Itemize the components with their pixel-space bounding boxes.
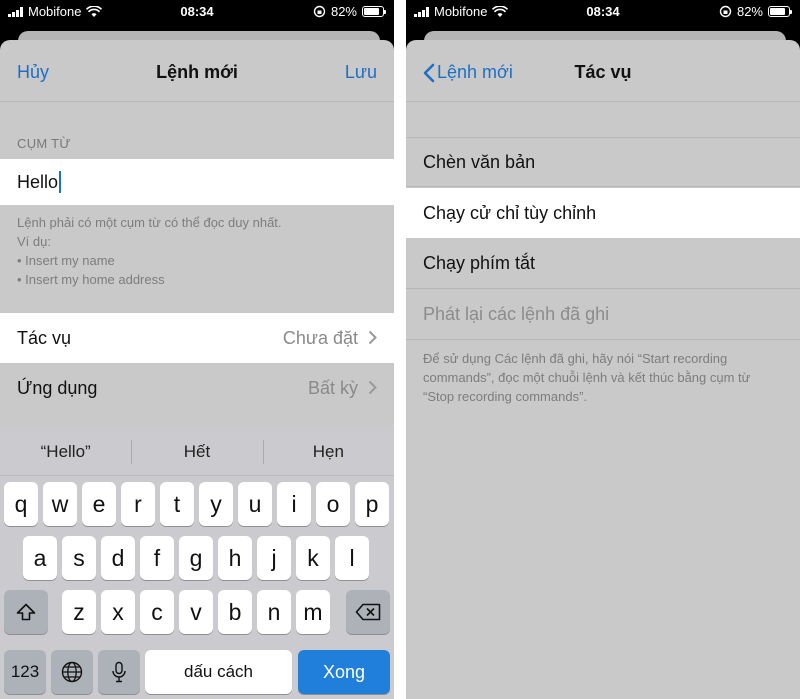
- action-value: Chưa đặt: [282, 327, 358, 348]
- key-i[interactable]: i: [277, 482, 311, 526]
- key-row-1: q w e r t y u i o p: [0, 482, 394, 526]
- shift-key[interactable]: [4, 590, 48, 634]
- left-screen: Mobifone 08:34 82% Hủy Lệnh mới Lưu CỤM …: [0, 0, 394, 699]
- key-z[interactable]: z: [62, 590, 96, 634]
- option-label: Chạy phím tắt: [423, 253, 536, 273]
- key-d[interactable]: d: [101, 536, 135, 580]
- phrase-input-value: Hello: [17, 171, 59, 192]
- phrase-section-header: CỤM TỪ: [17, 136, 71, 151]
- recorded-commands-note: Để sử dụng Các lệnh đã ghi, hãy nói “Sta…: [423, 351, 751, 404]
- key-h[interactable]: h: [218, 536, 252, 580]
- action-label: Tác vụ: [17, 327, 72, 348]
- rotation-lock-icon: [313, 5, 326, 18]
- key-c[interactable]: c: [140, 590, 174, 634]
- key-v[interactable]: v: [179, 590, 213, 634]
- status-bar: Mobifone 08:34 82%: [406, 0, 800, 24]
- microphone-icon: [112, 661, 126, 683]
- space-key[interactable]: dấu cách: [145, 650, 292, 694]
- application-value: Bất kỳ: [307, 377, 358, 398]
- key-u[interactable]: u: [238, 482, 272, 526]
- key-r[interactable]: r: [121, 482, 155, 526]
- keyboard: “Hello” Hết Hẹn q w e r t y u i o p a s …: [0, 429, 394, 699]
- key-o[interactable]: o: [316, 482, 350, 526]
- globe-icon: [61, 661, 83, 683]
- key-row-2: a s d f g h j k l: [0, 536, 394, 580]
- key-k[interactable]: k: [296, 536, 330, 580]
- status-bar: Mobifone 08:34 82%: [0, 0, 394, 24]
- battery-icon: [362, 6, 386, 17]
- key-j[interactable]: j: [257, 536, 291, 580]
- dictation-key[interactable]: [98, 650, 140, 694]
- phrase-help-text: Lệnh phải có một cụm từ có thể đọc duy n…: [17, 215, 282, 287]
- nav-bar: Lệnh mới Tác vụ: [406, 40, 800, 102]
- delete-key[interactable]: [346, 590, 390, 634]
- battery-icon: [768, 6, 792, 17]
- key-row-4: 123 dấu cách Xong: [0, 650, 394, 694]
- key-a[interactable]: a: [23, 536, 57, 580]
- key-q[interactable]: q: [4, 482, 38, 526]
- chevron-right-icon: [368, 380, 377, 395]
- option-run-shortcut[interactable]: Chạy phím tắt: [406, 239, 800, 289]
- key-s[interactable]: s: [62, 536, 96, 580]
- suggestion-item[interactable]: “Hello”: [0, 442, 131, 462]
- option-label: Chèn văn bản: [423, 151, 536, 172]
- option-label: Chạy cử chỉ tùy chỉnh: [423, 202, 597, 223]
- key-n[interactable]: n: [257, 590, 291, 634]
- battery-percent: 82%: [736, 4, 763, 19]
- shift-icon: [16, 603, 36, 621]
- suggestion-item[interactable]: Hết: [131, 440, 262, 464]
- nav-bar: Hủy Lệnh mới Lưu: [0, 40, 394, 102]
- option-run-custom-gesture[interactable]: Chạy cử chỉ tùy chỉnh: [406, 188, 800, 238]
- action-picker-sheet: Lệnh mới Tác vụ Chèn văn bản Chạy cử chỉ…: [406, 40, 800, 699]
- suggestion-item[interactable]: Hẹn: [262, 440, 394, 464]
- option-playback-recorded-commands: Phát lại các lệnh đã ghi: [406, 290, 800, 340]
- rotation-lock-icon: [719, 5, 732, 18]
- key-b[interactable]: b: [218, 590, 252, 634]
- key-x[interactable]: x: [101, 590, 135, 634]
- application-label: Ứng dụng: [17, 377, 98, 398]
- key-w[interactable]: w: [43, 482, 77, 526]
- option-label: Phát lại các lệnh đã ghi: [423, 304, 610, 324]
- key-p[interactable]: p: [355, 482, 389, 526]
- application-row[interactable]: Ứng dụng Bất kỳ: [0, 363, 394, 413]
- key-e[interactable]: e: [82, 482, 116, 526]
- page-title: Tác vụ: [574, 62, 632, 82]
- key-g[interactable]: g: [179, 536, 213, 580]
- key-y[interactable]: y: [199, 482, 233, 526]
- key-t[interactable]: t: [160, 482, 194, 526]
- key-row-3: z x c v b n m: [0, 590, 394, 634]
- backspace-icon: [355, 603, 381, 621]
- numbers-key[interactable]: 123: [4, 650, 46, 694]
- key-l[interactable]: l: [335, 536, 369, 580]
- battery-percent: 82%: [330, 4, 357, 19]
- text-cursor: [59, 171, 62, 193]
- chevron-right-icon: [368, 330, 377, 345]
- key-f[interactable]: f: [140, 536, 174, 580]
- done-key[interactable]: Xong: [298, 650, 390, 694]
- phrase-input[interactable]: Hello: [0, 159, 394, 205]
- action-row[interactable]: Tác vụ Chưa đặt: [0, 313, 394, 363]
- globe-key[interactable]: [51, 650, 93, 694]
- option-insert-text[interactable]: Chèn văn bản: [406, 137, 800, 187]
- right-screen: Mobifone 08:34 82% Lệnh mới Tác vụ Chèn …: [406, 0, 800, 699]
- key-m[interactable]: m: [296, 590, 330, 634]
- save-button[interactable]: Lưu: [345, 62, 377, 83]
- suggestion-bar: “Hello” Hết Hẹn: [0, 429, 394, 476]
- page-title: Lệnh mới: [156, 62, 238, 82]
